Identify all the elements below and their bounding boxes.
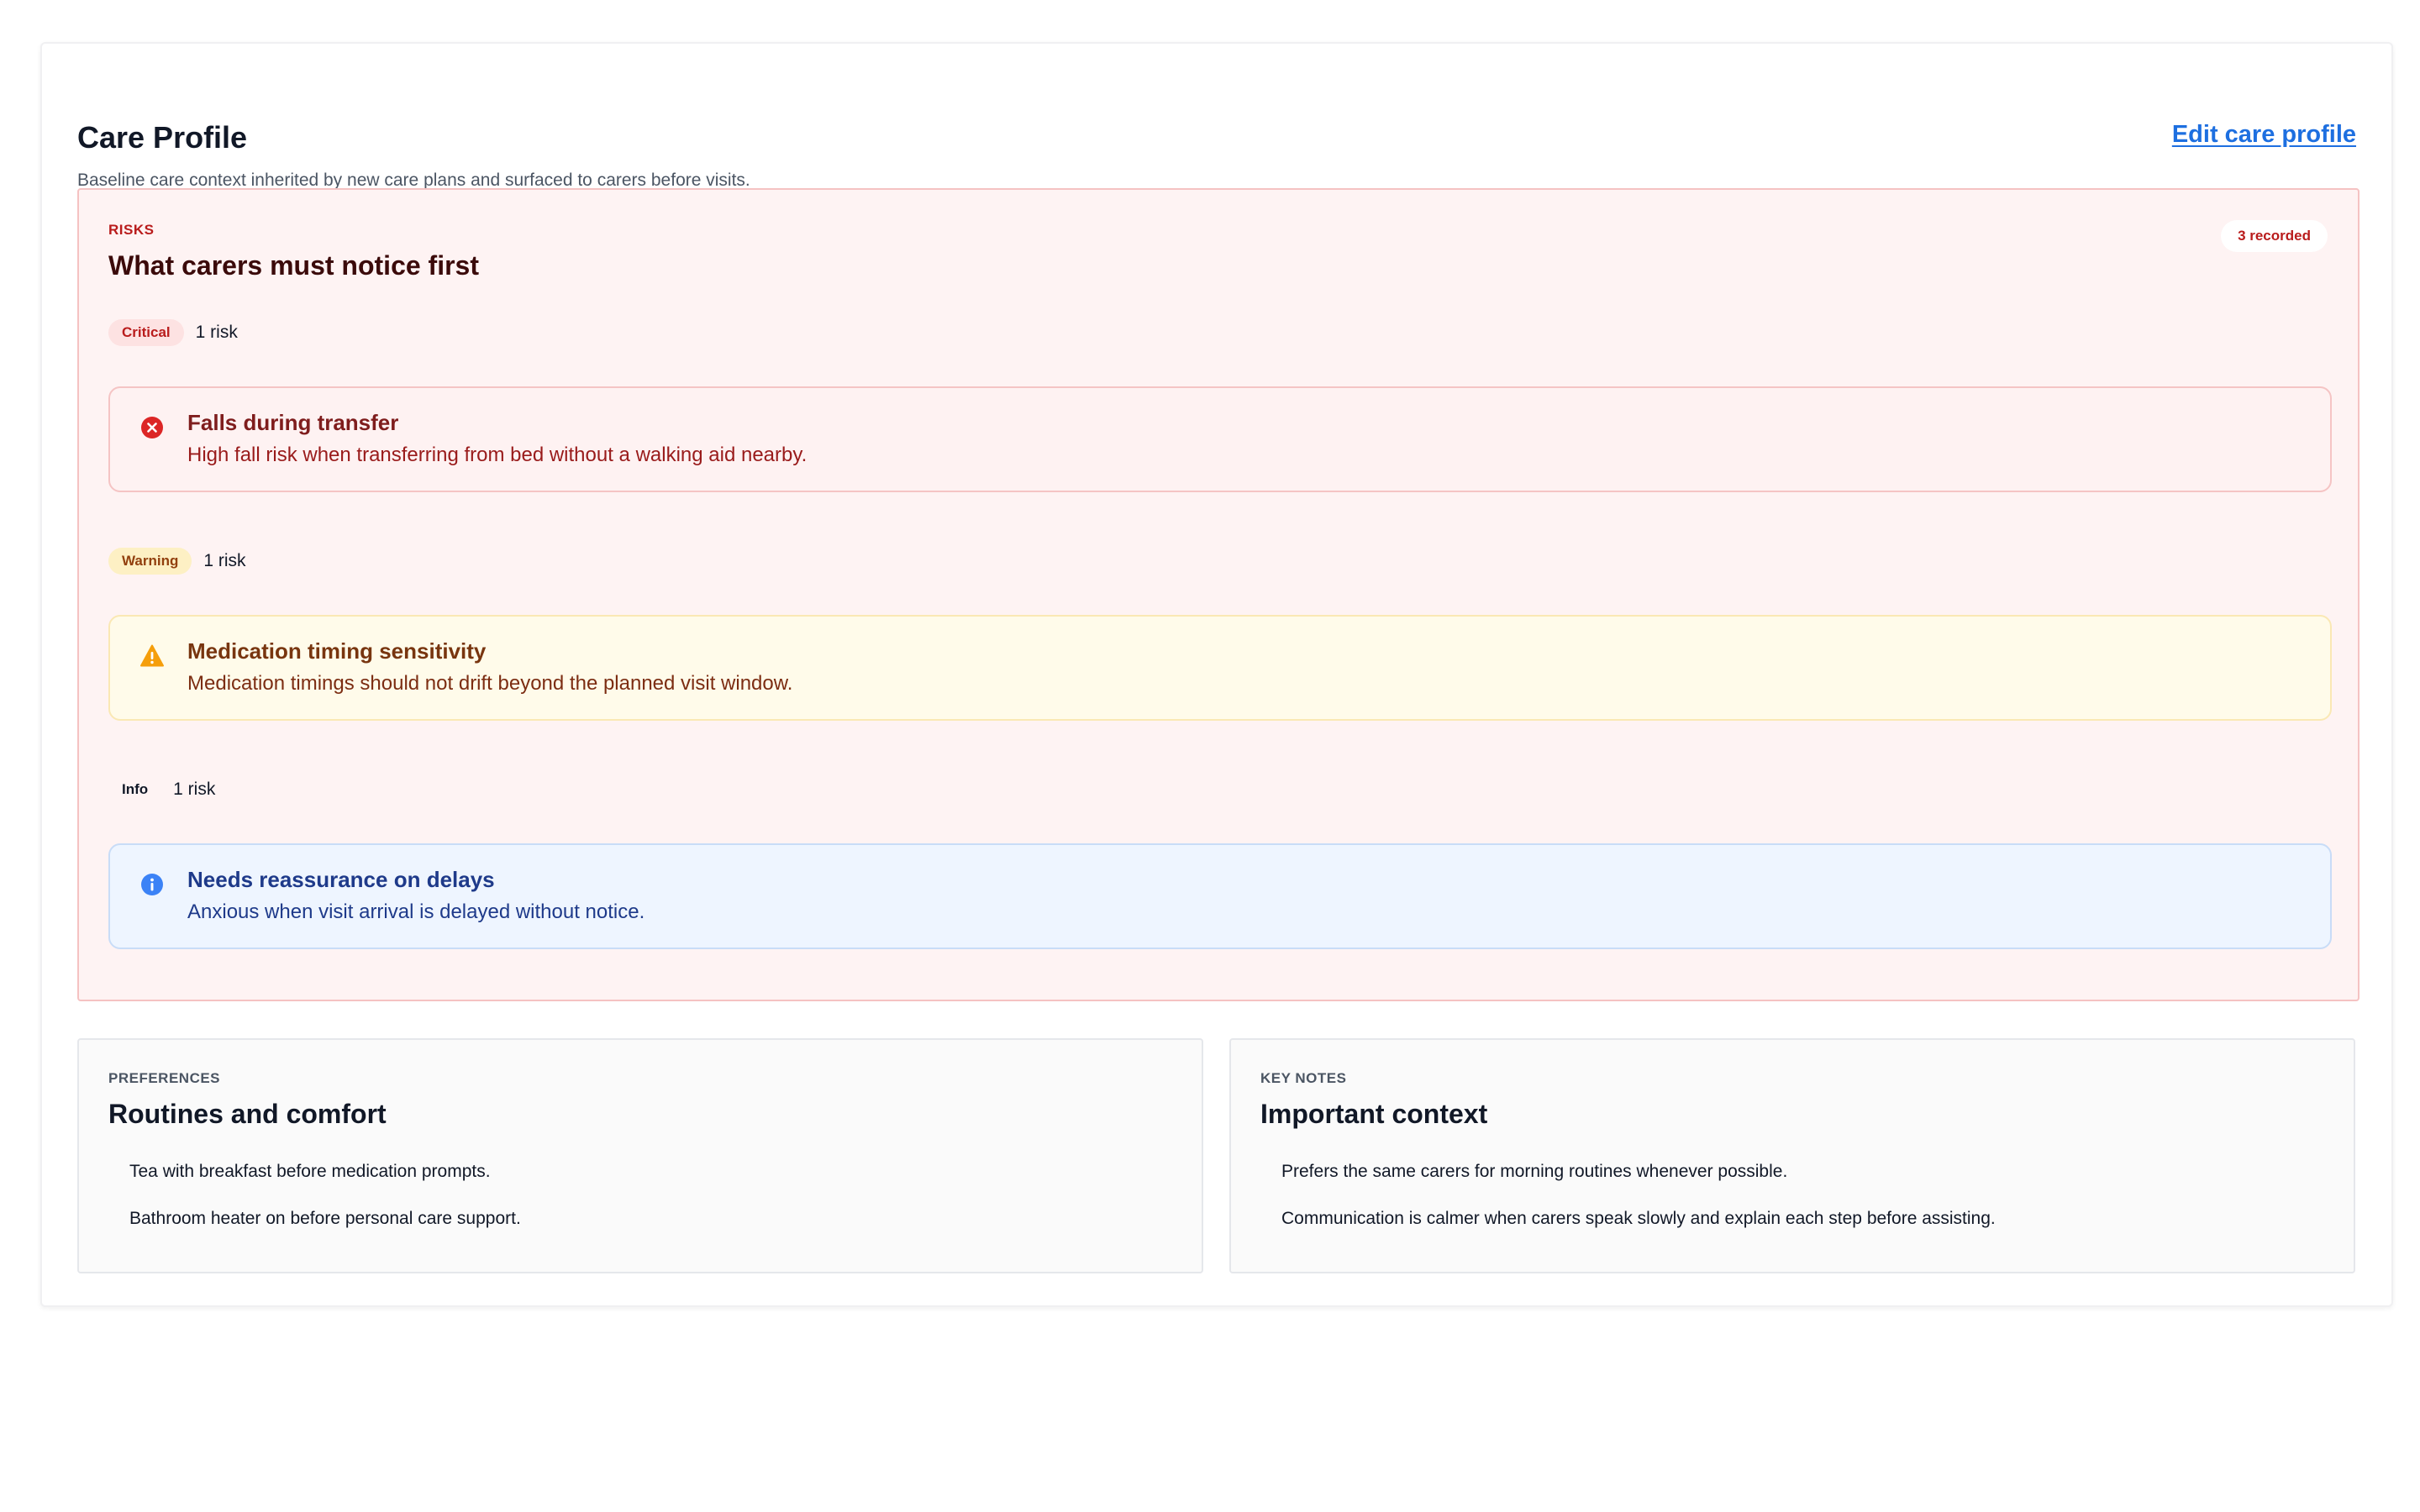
risk-description: Medication timings should not drift beyo… [187,672,793,695]
key-notes-eyebrow: KEY NOTES [1260,1070,1347,1086]
risks-count-badge: 3 recorded [2221,220,2328,252]
risks-section: RISKS What carers must notice first 3 re… [77,188,2360,1001]
risk-item-reassurance-on-delays[interactable]: Needs reassurance on delays Anxious when… [108,843,2332,949]
warning-triangle-icon [140,644,164,667]
risk-description: Anxious when visit arrival is delayed wi… [187,900,645,923]
risk-item-medication-timing[interactable]: Medication timing sensitivity Medication… [108,615,2332,721]
care-profile-header: Care Profile Baseline care context inher… [77,77,2356,195]
edit-care-profile-link[interactable]: Edit care profile [2172,121,2356,149]
preferences-list: Tea with breakfast before medication pro… [129,1161,521,1255]
risk-title: Falls during transfer [187,410,399,435]
risk-item-falls-during-transfer[interactable]: Falls during transfer High fall risk whe… [108,386,2332,492]
risk-title: Needs reassurance on delays [187,867,495,892]
list-item: Communication is calmer when carers spea… [1281,1209,1996,1228]
risks-eyebrow: RISKS [108,222,155,238]
preferences-eyebrow: PREFERENCES [108,1070,221,1086]
list-item: Bathroom heater on before personal care … [129,1209,521,1228]
risk-group-count: 1 risk [195,323,238,342]
preferences-panel: PREFERENCES Routines and comfort Tea wit… [77,1038,1203,1273]
risks-title: What carers must notice first [108,250,479,281]
page-title: Care Profile [77,120,248,155]
severity-badge-warning: Warning [108,548,192,575]
preferences-title: Routines and comfort [108,1099,387,1129]
key-notes-list: Prefers the same carers for morning rout… [1281,1161,1996,1255]
risk-group-critical-header: Critical 1 risk [108,319,238,346]
risk-title: Medication timing sensitivity [187,638,487,664]
list-item: Prefers the same carers for morning rout… [1281,1162,1788,1181]
info-circle-icon [141,874,163,895]
risk-group-count: 1 risk [203,551,246,570]
risk-group-warning-header: Warning 1 risk [108,548,246,575]
key-notes-title: Important context [1260,1099,1488,1129]
severity-badge-info: Info [122,781,149,797]
severity-badge-critical: Critical [108,319,184,346]
risk-group-count: 1 risk [173,780,216,799]
list-item: Tea with breakfast before medication pro… [129,1162,491,1181]
care-profile-card: Care Profile Baseline care context inher… [40,42,2393,1307]
error-circle-icon [141,417,163,438]
risk-description: High fall risk when transferring from be… [187,444,808,466]
risk-group-info-header: Info 1 risk [108,776,215,803]
key-notes-panel: KEY NOTES Important context Prefers the … [1229,1038,2355,1273]
